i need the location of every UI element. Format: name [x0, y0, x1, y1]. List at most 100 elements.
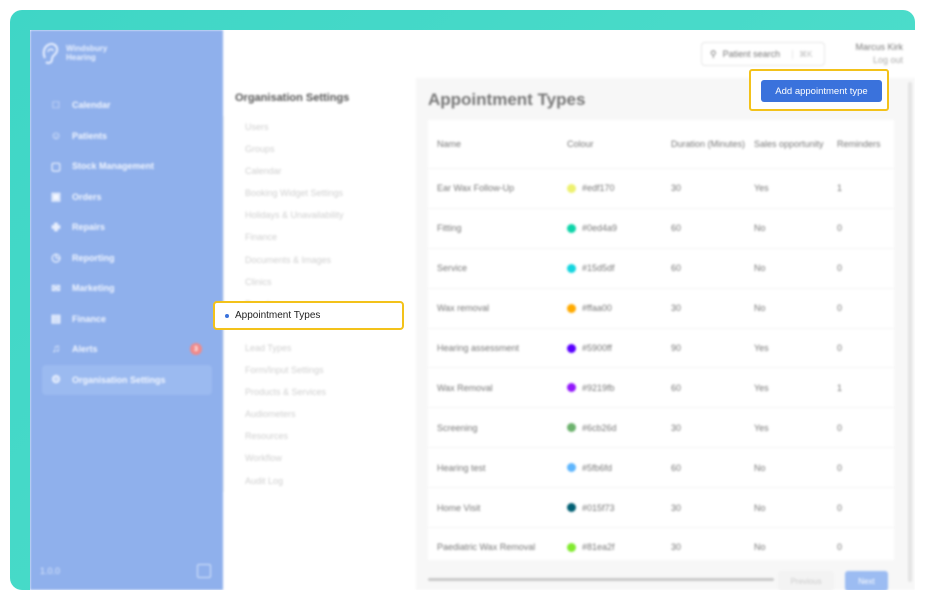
table-row[interactable]: Home Visit #015f73 30 No 0 [428, 487, 894, 527]
sidebar-item-stock-management[interactable]: ▢ Stock Management [42, 151, 212, 182]
next-button[interactable]: Next [845, 571, 888, 590]
cell-sales: No [754, 542, 766, 553]
settings-item-form-input[interactable]: Form/Input Settings [224, 359, 417, 381]
sidebar-item-reporting[interactable]: ◷ Reporting [42, 243, 212, 274]
settings-item-lead-types[interactable]: Lead Types [224, 337, 417, 359]
sidebar-item-orders[interactable]: ▣ Orders [42, 182, 212, 213]
sidebar-item-label: Reporting [72, 252, 115, 263]
previous-button[interactable]: Previous [778, 571, 834, 590]
search-shortcut: ⌘K [792, 49, 812, 59]
settings-item-workflow[interactable]: Workflow [224, 447, 417, 469]
cell-colour: #edf170 [567, 183, 671, 193]
sidebar-item-finance[interactable]: ▤ Finance [42, 304, 212, 335]
cell-sales: No [754, 462, 766, 473]
colour-swatch [567, 423, 576, 433]
table-row[interactable]: Hearing assessment #5900ff 90 Yes 0 [428, 327, 894, 368]
col-sales: Sales opportunity [754, 139, 824, 149]
table-row[interactable]: Paediatric Wax Removal #81ea2f 30 No 0 [428, 527, 894, 567]
sidebar-item-label: Stock Management [72, 161, 155, 172]
cell-colour-hex: #5900ff [582, 343, 612, 353]
table-row[interactable]: Service #15d5df 60 No 0 [428, 247, 894, 288]
vertical-scrollbar[interactable] [908, 82, 912, 582]
cell-duration: 60 [671, 223, 682, 234]
table-row[interactable]: Fitting #0ed4a9 60 No 0 [428, 207, 894, 248]
sidebar-item-patients[interactable]: ☺ Patients [42, 121, 212, 152]
settings-item-resources[interactable]: Resources [224, 425, 417, 447]
app-window: Windsbury Hearing □ Calendar ☺ Patients … [30, 30, 915, 590]
brand-logo[interactable]: Windsbury Hearing [40, 40, 107, 66]
sidebar-item-organisation-settings[interactable]: ⚙ Organisation Settings [42, 364, 212, 395]
settings-item-groups[interactable]: Groups [224, 138, 417, 160]
settings-item-calendar[interactable]: Calendar [224, 160, 417, 182]
sidebar-item-marketing[interactable]: ✉ Marketing [42, 273, 212, 304]
sidebar-item-label: Calendar [72, 100, 111, 111]
logout-link[interactable]: Log out [855, 54, 903, 67]
cell-colour: #15d5df [567, 263, 671, 273]
settings-item-users[interactable]: Users [224, 116, 417, 138]
table-body: Ear Wax Follow-Up #edf170 30 Yes 1 Fitting #0e… [428, 168, 894, 567]
table-row[interactable]: Hearing test #5fb6fd 60 No 0 [428, 447, 894, 487]
settings-item-booking-widget[interactable]: Booking Widget Settings [224, 182, 417, 204]
cell-name: Home Visit [437, 502, 481, 513]
cell-name: Hearing assessment [437, 343, 520, 353]
settings-item-products-services[interactable]: Products & Services [224, 381, 417, 403]
add-appointment-type-highlight: Add appointment type [749, 69, 889, 111]
cell-reminders: 0 [837, 223, 843, 234]
cell-duration: 30 [671, 502, 682, 513]
cell-colour: #81ea2f [567, 542, 671, 552]
mail-icon: ✉ [51, 282, 61, 295]
cell-sales: No [754, 502, 766, 513]
collapse-sidebar-icon[interactable] [197, 564, 211, 578]
settings-item-holidays[interactable]: Holidays & Unavailability [224, 204, 417, 226]
settings-item-audit-log[interactable]: Audit Log [224, 470, 417, 492]
colour-swatch [567, 223, 576, 233]
settings-item-clinics[interactable]: Clinics [224, 271, 417, 293]
cell-colour: #ffaa00 [567, 303, 671, 313]
cell-duration: 30 [671, 422, 682, 433]
sidebar-item-label: Marketing [72, 283, 115, 294]
table-row[interactable]: Screening #6cb26d 30 Yes 0 [428, 407, 894, 447]
cell-sales: No [754, 223, 766, 234]
cell-name: Hearing test [437, 462, 486, 473]
settings-item-audiometers[interactable]: Audiometers [224, 403, 417, 425]
cell-reminders: 0 [837, 542, 843, 553]
sidebar-item-alerts[interactable]: ♫ Alerts 3 [42, 334, 212, 365]
table-row[interactable]: Ear Wax Follow-Up #edf170 30 Yes 1 [428, 168, 894, 208]
user-menu: Marcus Kirk Log out [855, 41, 903, 67]
sidebar-item-label: Alerts [72, 344, 98, 355]
add-appointment-type-button[interactable]: Add appointment type [761, 80, 882, 102]
cell-reminders: 0 [837, 502, 843, 513]
patient-search-input[interactable]: ⚲ Patient search ⌘K [701, 42, 825, 66]
cell-duration: 60 [671, 462, 682, 473]
sidebar-item-repairs[interactable]: ✙ Repairs [42, 212, 212, 243]
table-row[interactable]: Wax Removal #9219fb 60 Yes 1 [428, 367, 894, 407]
settings-item-finance[interactable]: Finance [224, 226, 417, 248]
settings-item-appointment-types[interactable]: Appointment Types [213, 301, 404, 330]
cell-colour-hex: #6cb26d [582, 422, 617, 433]
cell-colour-hex: #9219fb [582, 382, 615, 393]
col-name: Name [437, 139, 462, 149]
col-duration: Duration (Minutes) [671, 139, 746, 149]
table-row[interactable]: Wax removal #ffaa00 30 No 0 [428, 287, 894, 328]
cell-name: Service [437, 263, 468, 274]
cell-sales: No [754, 263, 766, 274]
cell-sales: Yes [754, 382, 769, 393]
active-bullet-icon [225, 313, 229, 318]
main-content: Appointment Types Name Colour Duration (… [416, 78, 915, 590]
sidebar-item-calendar[interactable]: □ Calendar [42, 90, 212, 121]
col-reminders: Reminders [837, 139, 881, 149]
cell-reminders: 0 [837, 263, 843, 274]
cell-colour: #0ed4a9 [567, 223, 671, 233]
sidebar-item-label: Repairs [72, 222, 106, 233]
gear-icon: ⚙ [51, 374, 61, 387]
cell-duration: 90 [671, 343, 682, 353]
calendar-icon: □ [52, 99, 60, 112]
settings-item-documents[interactable]: Documents & Images [224, 249, 417, 271]
appointment-types-table: Name Colour Duration (Minutes) Sales opp… [428, 120, 894, 560]
horizontal-scrollbar[interactable] [428, 578, 774, 581]
cell-colour: #015f73 [567, 503, 671, 513]
settings-item-appointment-types-label: Appointment Types [235, 310, 321, 321]
cell-colour: #5900ff [567, 343, 671, 353]
cell-duration: 30 [671, 303, 682, 314]
cell-colour-hex: #15d5df [582, 263, 615, 274]
